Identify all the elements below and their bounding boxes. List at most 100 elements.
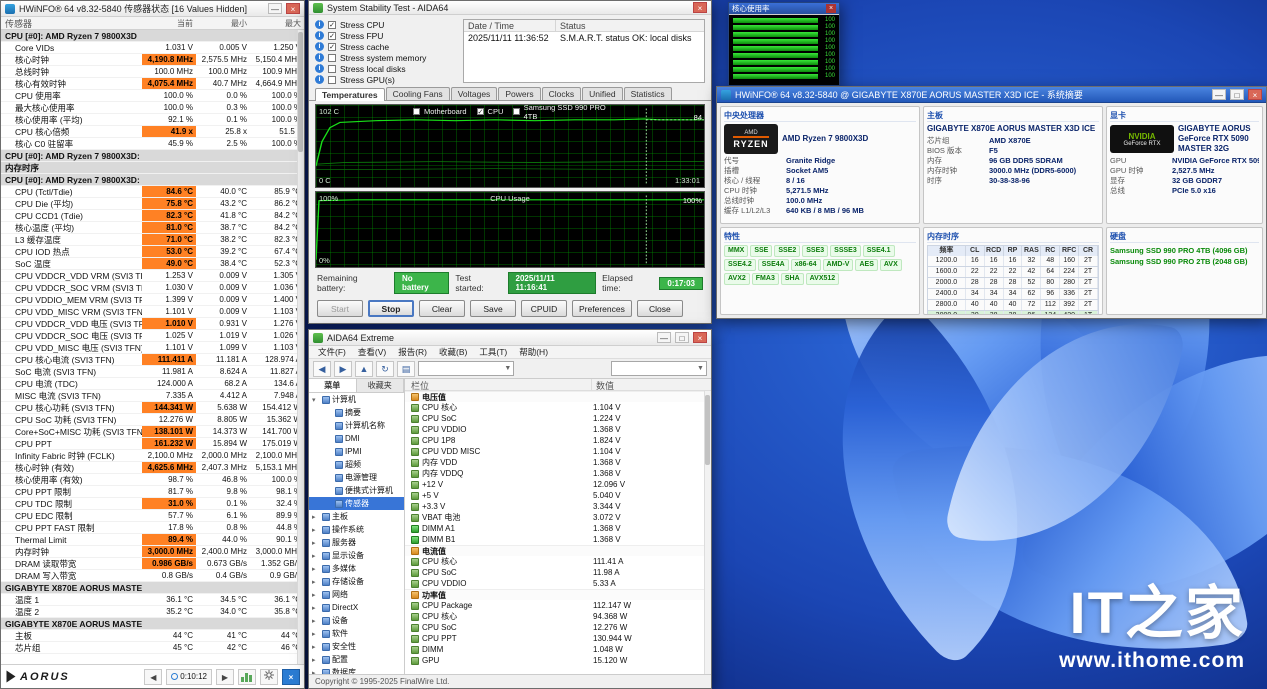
- sensor-row[interactable]: CPU [#0]: AMD Ryzen 7 9800X3D: C State 驻…: [1, 150, 304, 162]
- stability-titlebar[interactable]: System Stability Test - AIDA64 ×: [309, 1, 711, 15]
- sensor-row[interactable]: CPU 核心电流 (SVI3 TFN) 111.411 A 11.181 A 1…: [1, 354, 304, 366]
- sensor-row[interactable]: CPU IOD 热点 53.0 °C 39.2 °C 67.4 °C: [1, 246, 304, 258]
- legend-item[interactable]: CPU: [477, 107, 504, 116]
- sensor-reading-row[interactable]: CPU VDD MISC 1.104 V: [405, 446, 711, 457]
- expand-arrow-icon[interactable]: [312, 539, 320, 547]
- expand-arrow-icon[interactable]: [312, 604, 320, 612]
- scrollbar-thumb[interactable]: [298, 32, 303, 152]
- legend-checkbox[interactable]: [513, 108, 519, 115]
- sensor-reading-row[interactable]: 电压值: [405, 391, 711, 402]
- tree-item[interactable]: 存储设备: [309, 575, 404, 588]
- sensor-reading-row[interactable]: 功率值: [405, 589, 711, 600]
- tree-item[interactable]: 超频: [309, 458, 404, 471]
- checkbox[interactable]: [328, 32, 336, 40]
- close-button[interactable]: ×: [1248, 89, 1262, 100]
- checkbox[interactable]: [328, 65, 336, 73]
- minimize-button[interactable]: —: [1212, 89, 1226, 100]
- tree-item[interactable]: 计算机: [309, 393, 404, 406]
- forward-button[interactable]: ▶: [334, 361, 352, 377]
- sensor-row[interactable]: CPU VDDCR_VDD 电压 (SVI3 TFN) 1.010 V 0.93…: [1, 318, 304, 330]
- back-button[interactable]: ◀: [313, 361, 331, 377]
- expand-arrow-icon[interactable]: [312, 526, 320, 534]
- sensor-row[interactable]: CPU VDDCR_SOC 电压 (SVI3 TFN) 1.025 V 1.01…: [1, 330, 304, 342]
- menu-item[interactable]: 查看(V): [353, 346, 391, 358]
- sensor-reading-row[interactable]: 内存 VDDQ 1.368 V: [405, 468, 711, 479]
- legend-checkbox[interactable]: [477, 108, 484, 115]
- aida64-titlebar[interactable]: AIDA64 Extreme — □ ×: [309, 330, 711, 346]
- expand-arrow-icon[interactable]: [312, 643, 320, 651]
- stability-tab[interactable]: Cooling Fans: [386, 87, 450, 100]
- tree-item[interactable]: 配置: [309, 653, 404, 666]
- sensor-row[interactable]: CPU VDDIO_MEM VRM (SVI3 TFN) 1.399 V 0.0…: [1, 294, 304, 306]
- sensor-row[interactable]: CPU 使用率 100.0 % 0.0 % 100.0 %: [1, 90, 304, 102]
- address-combo[interactable]: ▼: [418, 361, 514, 376]
- tree-item[interactable]: 数据库: [309, 666, 404, 674]
- drive-item[interactable]: Samsung SSD 990 PRO 2TB (2048 GB): [1110, 256, 1259, 267]
- sensor-row[interactable]: CPU VDD_MISC 电压 (SVI3 TFN) 1.101 V 1.099…: [1, 342, 304, 354]
- stability-tab[interactable]: Powers: [498, 87, 540, 100]
- sensor-row[interactable]: CPU PPT FAST 限制 17.8 % 0.8 % 44.8 %: [1, 522, 304, 534]
- pane-tab[interactable]: 收藏夹: [357, 379, 405, 392]
- sensor-reading-row[interactable]: DIMM A1 1.368 V: [405, 523, 711, 534]
- tree-item[interactable]: 网络: [309, 588, 404, 601]
- sensor-reading-row[interactable]: CPU 核心 111.41 A: [405, 556, 711, 567]
- expand-arrow-icon[interactable]: [312, 513, 320, 521]
- expand-arrow-icon[interactable]: [312, 565, 320, 573]
- drive-item[interactable]: Samsung SSD 990 PRO 4TB (4096 GB): [1110, 245, 1259, 256]
- summary-titlebar[interactable]: HWiNFO® 64 v8.32-5840 @ GIGABYTE X870E A…: [717, 87, 1266, 103]
- sensor-row[interactable]: CPU PPT 161.232 W 15.894 W 175.019 W: [1, 438, 304, 450]
- sensor-row[interactable]: 核心使用率 (有效) 98.7 % 46.8 % 100.0 %: [1, 474, 304, 486]
- search-combo[interactable]: ▼: [611, 361, 707, 376]
- scrollbar[interactable]: [297, 30, 304, 664]
- checkbox[interactable]: [328, 54, 336, 62]
- stress-option[interactable]: Stress GPU(s): [315, 74, 457, 85]
- close-button[interactable]: ×: [286, 3, 300, 14]
- dialog-button[interactable]: CPUID: [521, 300, 567, 317]
- tree-item[interactable]: 便携式计算机: [309, 484, 404, 497]
- menu-item[interactable]: 报告(R): [393, 346, 432, 358]
- sensor-reading-row[interactable]: CPU 核心 1.104 V: [405, 402, 711, 413]
- tree-item[interactable]: DirectX: [309, 601, 404, 614]
- sensor-row[interactable]: CPU TDC 限制 31.0 % 0.1 % 32.4 %: [1, 498, 304, 510]
- up-button[interactable]: ▲: [355, 361, 373, 377]
- sensor-row[interactable]: MISC 电流 (SVI3 TFN) 7.335 A 4.412 A 7.948…: [1, 390, 304, 402]
- menu-item[interactable]: 帮助(H): [514, 346, 553, 358]
- sensor-row[interactable]: DRAM 读取带宽 0.986 GB/s 0.673 GB/s 1.352 GB…: [1, 558, 304, 570]
- stress-option[interactable]: Stress cache: [315, 41, 457, 52]
- expand-arrow-icon[interactable]: [312, 578, 320, 586]
- expand-arrow-icon[interactable]: [312, 591, 320, 599]
- stress-option[interactable]: Stress FPU: [315, 30, 457, 41]
- checkbox[interactable]: [328, 76, 336, 84]
- sensor-row[interactable]: L3 缓存温度 71.0 °C 38.2 °C 82.3 °C: [1, 234, 304, 246]
- scrollbar-thumb[interactable]: [705, 395, 710, 465]
- sensor-row[interactable]: SoC 温度 49.0 °C 38.4 °C 52.3 °C: [1, 258, 304, 270]
- sensor-row[interactable]: CPU 核心功耗 (SVI3 TFN) 144.341 W 5.638 W 15…: [1, 402, 304, 414]
- expand-arrow-icon[interactable]: [312, 630, 320, 638]
- tree-item[interactable]: 摘要: [309, 406, 404, 419]
- sensor-reading-row[interactable]: +3.3 V 3.344 V: [405, 501, 711, 512]
- sensor-row[interactable]: CPU EDC 限制 57.7 % 6.1 % 89.9 %: [1, 510, 304, 522]
- sensor-row[interactable]: 最大核心使用率 100.0 % 0.3 % 100.0 %: [1, 102, 304, 114]
- sensor-row[interactable]: CPU 核心倍频 41.9 x 25.8 x 51.5 x: [1, 126, 304, 138]
- report-button[interactable]: ▤: [397, 361, 415, 377]
- sensor-reading-row[interactable]: VBAT 电池 3.072 V: [405, 512, 711, 523]
- legend-item[interactable]: Samsung SSD 990 PRO 4TB: [513, 107, 607, 116]
- sensor-reading-row[interactable]: 电流值: [405, 545, 711, 556]
- sensor-reading-row[interactable]: CPU Package 112.147 W: [405, 600, 711, 611]
- sensor-row[interactable]: CPU [#0]: AMD Ryzen 7 9800X3D: [1, 30, 304, 42]
- checkbox[interactable]: [328, 21, 336, 29]
- tree-item[interactable]: 多媒体: [309, 562, 404, 575]
- expand-arrow-icon[interactable]: [312, 396, 320, 404]
- close-button[interactable]: ×: [693, 2, 707, 13]
- tree-item[interactable]: 显示设备: [309, 549, 404, 562]
- sensor-row[interactable]: 内存时序: [1, 162, 304, 174]
- menu-item[interactable]: 收藏(B): [434, 346, 472, 358]
- prev-page-button[interactable]: ◀: [144, 669, 162, 685]
- sensor-row[interactable]: 核心温度 (平均) 81.0 °C 38.7 °C 84.2 °C: [1, 222, 304, 234]
- sensor-row[interactable]: 核心使用率 (平均) 92.1 % 0.1 % 100.0 %: [1, 114, 304, 126]
- next-page-button[interactable]: ▶: [216, 669, 234, 685]
- sensor-reading-row[interactable]: CPU SoC 12.276 W: [405, 622, 711, 633]
- sensor-row[interactable]: CPU 电流 (TDC) 124.000 A 68.2 A 134.6 A: [1, 378, 304, 390]
- sensor-row[interactable]: Core+SoC+MISC 功耗 (SVI3 TFN) 138.101 W 14…: [1, 426, 304, 438]
- sensor-row[interactable]: 主板 44 °C 41 °C 44 °C: [1, 630, 304, 642]
